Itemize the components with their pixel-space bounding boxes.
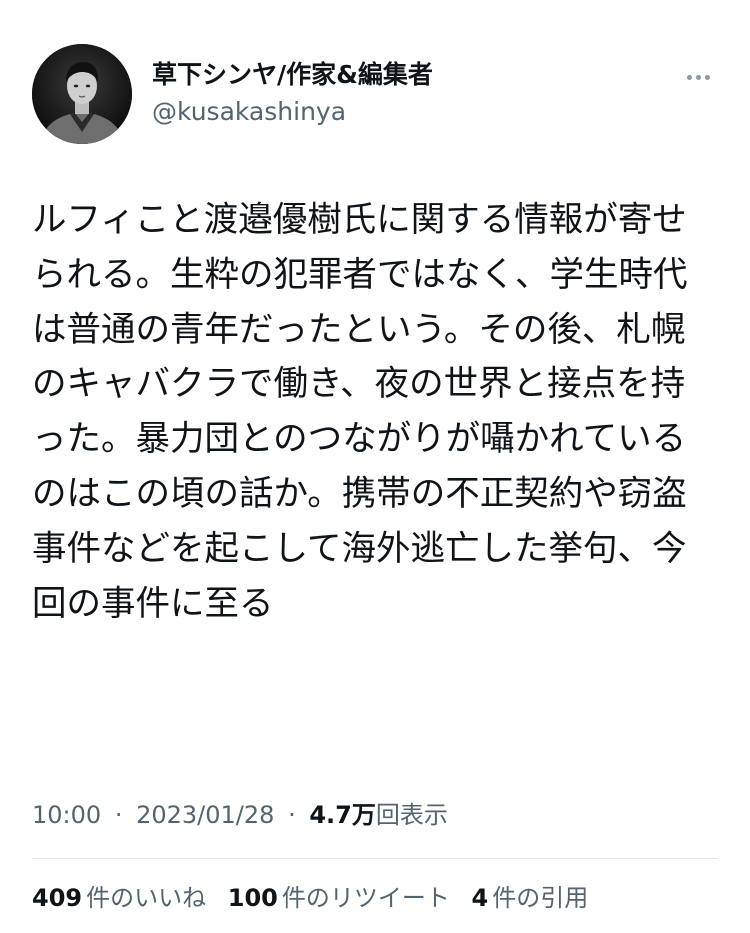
author-handle[interactable]: @kusakashinya <box>152 94 433 130</box>
quotes-stat[interactable]: 4 件の引用 <box>472 881 589 915</box>
views-label: 回表示 <box>375 801 448 829</box>
avatar-image <box>32 44 132 144</box>
tweet-time[interactable]: 10:00 <box>32 801 101 829</box>
avatar[interactable] <box>32 44 132 144</box>
likes-count: 409 <box>32 884 83 912</box>
tweet-date[interactable]: 2023/01/28 <box>136 801 274 829</box>
tweet-meta: 10:00 · 2023/01/28 · 4.7万回表示 <box>32 798 448 832</box>
author-display-name[interactable]: 草下シンヤ/作家&編集者 <box>152 58 433 92</box>
author-names: 草下シンヤ/作家&編集者 @kusakashinya <box>152 58 433 130</box>
engagement-stats: 409 件のいいね 100 件のリツイート 4 件の引用 <box>32 881 602 915</box>
tweet-header: 草下シンヤ/作家&編集者 @kusakashinya <box>32 44 718 148</box>
more-horizontal-icon-dot <box>695 74 701 80</box>
retweets-stat[interactable]: 100 件のリツイート <box>228 881 450 915</box>
views-count: 4.7万 <box>309 801 376 829</box>
tweet-text: ルフィこと渡邉優樹氏に関する情報が寄せられる。生粋の犯罪者ではなく、学生時代は普… <box>32 200 688 624</box>
meta-separator: · <box>288 801 296 829</box>
more-horizontal-icon <box>686 74 692 80</box>
quotes-count: 4 <box>471 884 489 912</box>
meta-separator: · <box>114 801 123 829</box>
likes-stat[interactable]: 409 件のいいね <box>32 881 206 915</box>
quotes-label: 件の引用 <box>492 884 589 912</box>
likes-label: 件のいいね <box>86 884 207 912</box>
more-horizontal-icon-dot <box>704 74 710 80</box>
retweets-count: 100 <box>227 884 278 912</box>
divider <box>32 858 718 859</box>
more-options-button[interactable] <box>678 62 718 92</box>
retweets-label: 件のリツイート <box>281 884 450 912</box>
